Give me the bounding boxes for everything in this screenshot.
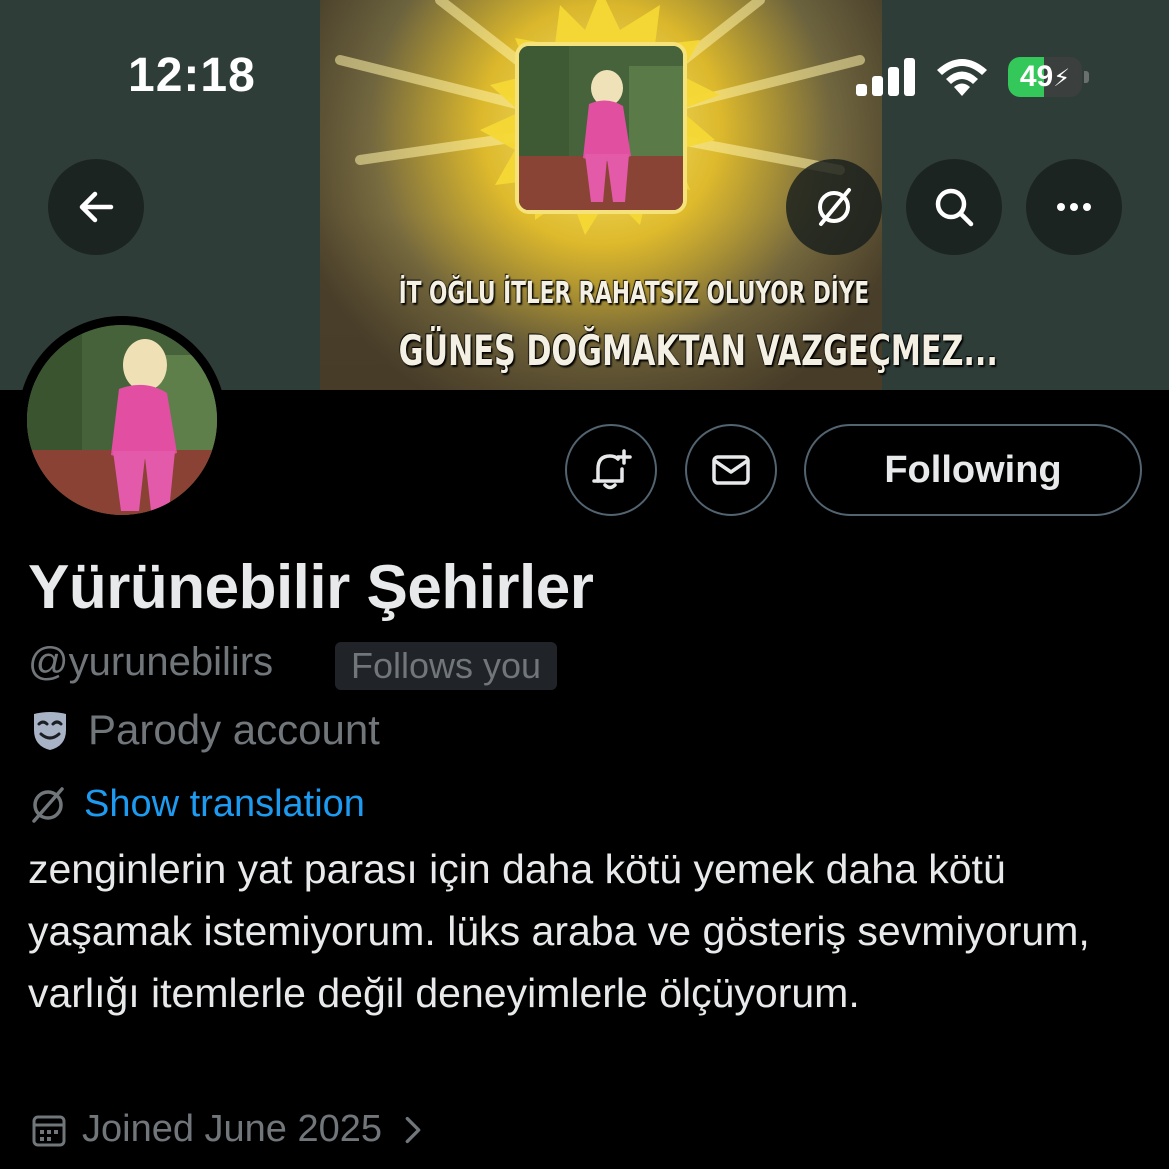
- banner-caption-line1: İT OĞLU İTLER RAHATSIZ OLUYOR DİYE: [398, 276, 870, 311]
- chevron-right-icon: [405, 1116, 421, 1143]
- battery-indicator: 49⚡: [1008, 57, 1082, 97]
- parody-account-label: Parody account: [88, 706, 380, 753]
- calendar-icon: [32, 1115, 66, 1146]
- more-button[interactable]: [1026, 159, 1122, 255]
- mail-icon: [712, 455, 750, 485]
- show-translation-row[interactable]: Show translation: [28, 783, 365, 826]
- translate-icon: [818, 188, 851, 226]
- back-button[interactable]: [48, 159, 144, 255]
- display-name: Yürünebilir Şehirler: [28, 553, 594, 622]
- following-button[interactable]: Following: [804, 424, 1142, 516]
- status-time: 12:18: [128, 49, 256, 102]
- follows-you-badge: Follows you: [335, 642, 558, 690]
- bell-plus-icon: [592, 449, 632, 490]
- parody-label-row[interactable]: Parody account: [28, 706, 380, 754]
- theater-mask-icon: [34, 712, 66, 750]
- profile-avatar[interactable]: [18, 316, 226, 524]
- joined-date-row[interactable]: Joined June 2025: [30, 1108, 446, 1151]
- search-icon: [935, 188, 974, 227]
- more-horizontal-icon: [1057, 203, 1091, 211]
- avatar-image: [27, 325, 217, 515]
- translate-button[interactable]: [786, 159, 882, 255]
- search-button[interactable]: [906, 159, 1002, 255]
- message-button[interactable]: [685, 424, 777, 516]
- status-bar: 12:18 49⚡: [0, 0, 1169, 110]
- arrow-left-icon: [79, 191, 114, 223]
- joined-date: Joined June 2025: [82, 1108, 383, 1150]
- battery-percent: 49⚡: [1019, 60, 1071, 93]
- show-translation-link[interactable]: Show translation: [84, 783, 365, 826]
- battery-tip: [1084, 71, 1089, 83]
- notifications-button[interactable]: [565, 424, 657, 516]
- profile-bio: zenginlerin yat parası için daha kötü ye…: [28, 846, 1090, 1016]
- user-handle: @yurunebilirs: [28, 640, 274, 684]
- wifi-icon: [937, 59, 987, 96]
- banner-caption-line2: GÜNEŞ DOĞMAKTAN VAZGEÇMEZ...: [398, 326, 998, 375]
- translate-icon: [32, 786, 64, 823]
- cellular-signal-icon: [856, 58, 915, 96]
